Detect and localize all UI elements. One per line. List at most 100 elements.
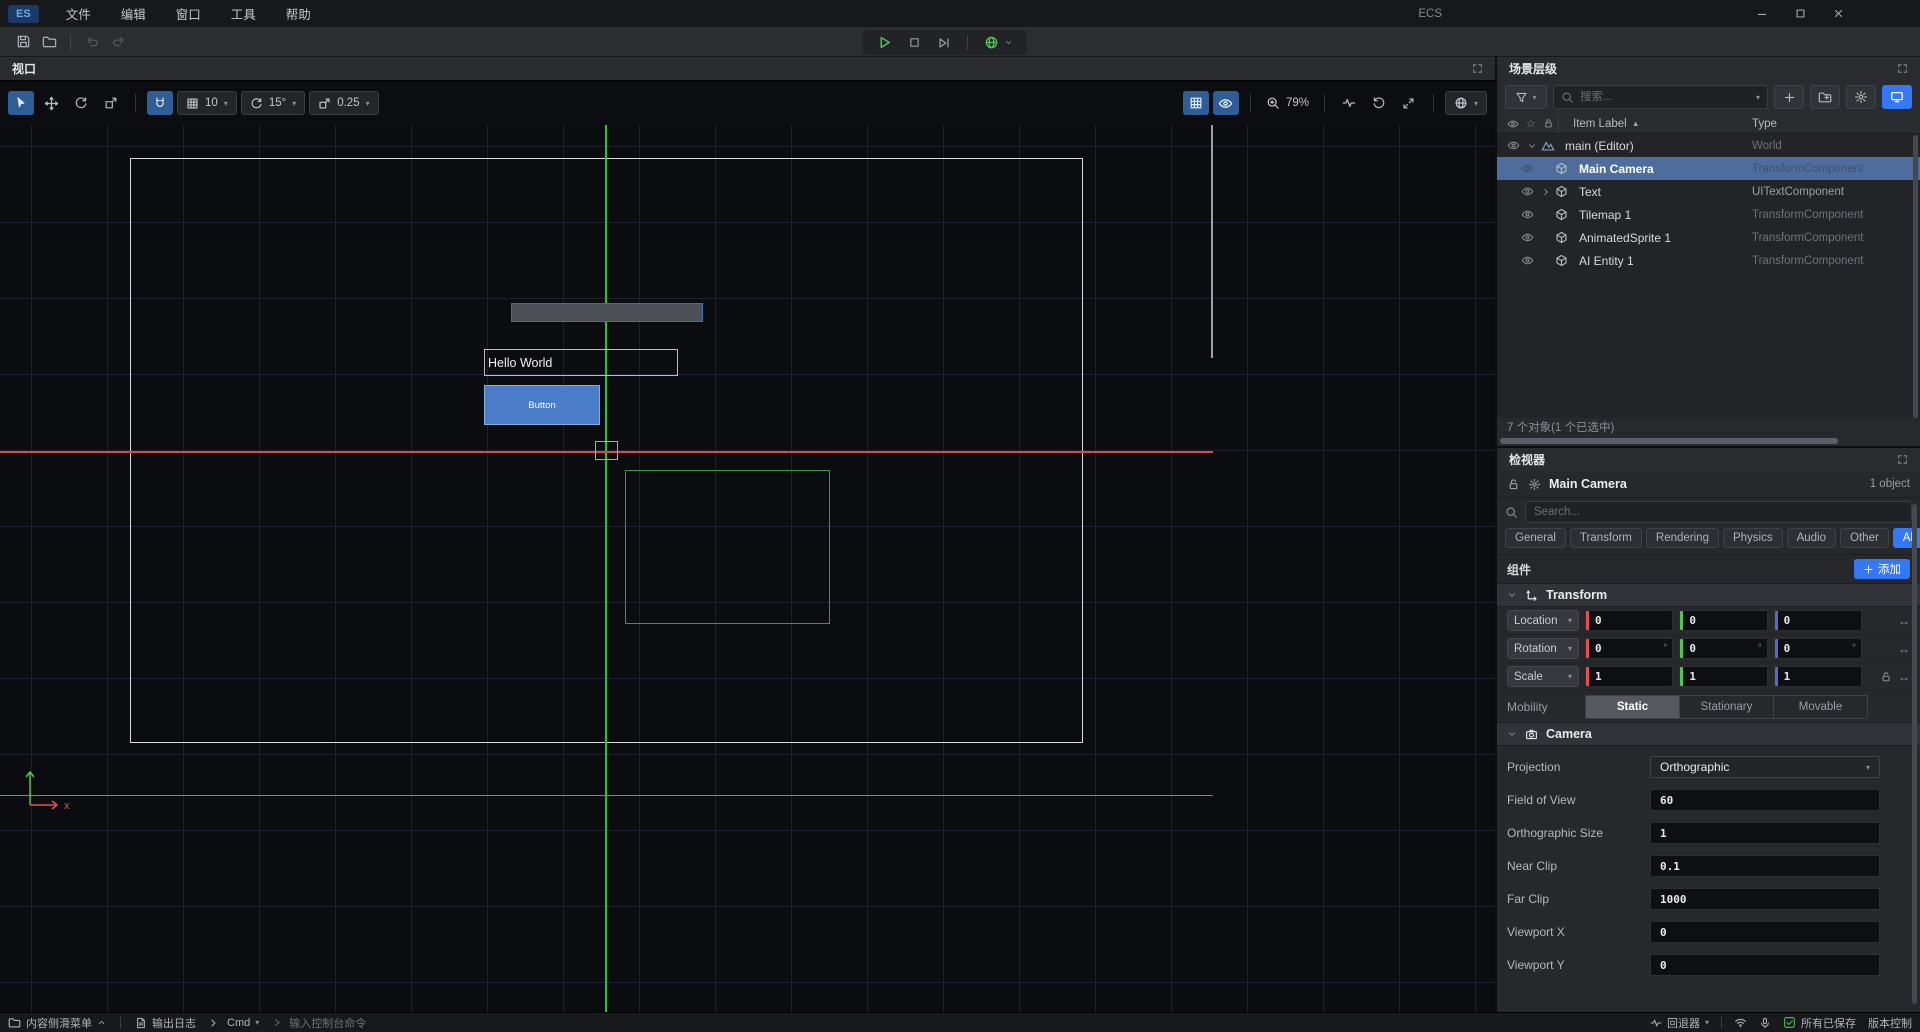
expand-panel-icon[interactable] [1472,63,1483,74]
star-icon[interactable]: ☆ [1526,117,1536,130]
tab-physics[interactable]: Physics [1723,528,1783,548]
stats-pulse-button[interactable] [1336,91,1362,115]
rotation-snap-dropdown[interactable]: 15° ▾ [241,91,305,115]
button-entity[interactable]: Button [484,385,600,425]
mobility-static[interactable]: Static [1586,696,1680,718]
add-entity-button[interactable] [1774,85,1804,109]
tab-audio[interactable]: Audio [1787,528,1836,548]
visibility-eye-button[interactable] [1213,91,1239,115]
hierarchy-vertical-scrollbar[interactable] [1913,135,1918,418]
snap-magnet-button[interactable] [147,91,173,115]
output-log-button[interactable]: 输出日志 [135,1015,196,1031]
viewport-y-input[interactable] [1650,954,1880,976]
reset-arrows-icon[interactable]: ↔ [1898,642,1910,656]
inspector-search-input[interactable] [1525,501,1912,523]
far-clip-input[interactable] [1650,888,1880,910]
scale-x-field[interactable] [1585,666,1673,687]
show-grid-button[interactable] [1183,91,1209,115]
select-tool-button[interactable] [8,91,34,115]
location-z-field[interactable] [1774,610,1862,631]
inspector-vertical-scrollbar[interactable] [1912,504,1917,1004]
maximize-button[interactable] [1784,0,1816,27]
scale-tool-button[interactable] [98,91,124,115]
column-item-label[interactable]: Item Label▲ [1559,118,1752,130]
tree-row-animatedsprite[interactable]: AnimatedSprite 1 TransformComponent [1497,226,1920,249]
save-icon[interactable] [10,30,36,54]
location-y-field[interactable] [1679,610,1767,631]
step-forward-icon[interactable] [937,36,951,50]
menu-help[interactable]: 帮助 [271,0,326,27]
tree-row-main-camera[interactable]: Main Camera TransformComponent [1497,157,1920,180]
console-command-input[interactable]: 输入控制台命令 [273,1015,366,1031]
reset-arrows-icon[interactable]: ↔ [1898,670,1910,684]
tab-other[interactable]: Other [1840,528,1889,548]
zoom-control[interactable]: 79% [1262,96,1313,110]
tree-row-world[interactable]: main (Editor) World [1497,134,1920,157]
hierarchy-search-input[interactable] [1580,91,1750,103]
content-drawer-button[interactable]: 内容侧滑菜单 [8,1015,106,1031]
rotation-y-field[interactable]: ° [1679,638,1767,659]
eye-icon[interactable] [1521,185,1537,198]
rotation-x-field[interactable]: ° [1585,638,1673,659]
menu-tools[interactable]: 工具 [216,0,271,27]
location-dropdown[interactable]: Location▾ [1507,610,1579,631]
rotate-tool-button[interactable] [68,91,94,115]
scale-y-field[interactable] [1679,666,1767,687]
expand-panel-icon[interactable] [1897,63,1908,74]
version-control-button[interactable]: 版本控制 [1868,1015,1912,1031]
transform-section-header[interactable]: Transform [1497,583,1920,607]
rotation-z-field[interactable]: ° [1774,638,1862,659]
mobility-movable[interactable]: Movable [1774,696,1867,718]
projection-select[interactable]: Orthographic▾ [1650,756,1880,778]
play-icon[interactable] [877,35,892,50]
settings-gear-button[interactable] [1846,85,1876,109]
lock-open-icon[interactable] [1507,478,1520,491]
minimize-button[interactable] [1746,0,1778,27]
tilemap-entity[interactable] [511,303,703,322]
new-folder-button[interactable] [1810,85,1840,109]
tab-rendering[interactable]: Rendering [1646,528,1719,548]
world-options-dropdown[interactable]: ▾ [1445,91,1487,115]
viewport-link-button[interactable] [1882,85,1912,109]
scale-dropdown[interactable]: Scale▾ [1507,666,1579,687]
reset-arrows-icon[interactable]: ↔ [1898,614,1910,628]
network-status-icon[interactable] [1734,1016,1747,1029]
menu-file[interactable]: 文件 [51,0,106,27]
eye-icon[interactable] [1507,139,1523,152]
rotation-dropdown[interactable]: Rotation▾ [1507,638,1579,659]
tab-transform[interactable]: Transform [1570,528,1642,548]
eye-icon[interactable] [1521,208,1537,221]
near-clip-input[interactable] [1650,855,1880,877]
move-tool-button[interactable] [38,91,64,115]
redo-icon[interactable] [105,30,131,54]
undo-icon[interactable] [79,30,105,54]
lock-open-icon[interactable] [1880,671,1892,683]
camera-section-header[interactable]: Camera [1497,722,1920,746]
expand-panel-icon[interactable] [1897,454,1908,465]
lock-icon[interactable] [1543,118,1554,129]
hierarchy-horizontal-scrollbar[interactable] [1497,436,1920,446]
filter-button[interactable]: ▾ [1505,85,1547,109]
chevron-right-icon[interactable] [1537,187,1555,197]
fullscreen-arrows-button[interactable] [1396,91,1422,115]
mobility-stationary[interactable]: Stationary [1680,696,1774,718]
sprite-bounds-rect[interactable] [625,470,830,624]
microphone-icon[interactable] [1759,1017,1771,1029]
menu-window[interactable]: 窗口 [161,0,216,27]
tree-row-tilemap[interactable]: Tilemap 1 TransformComponent [1497,203,1920,226]
tree-row-text[interactable]: Text UITextComponent [1497,180,1920,203]
open-folder-icon[interactable] [36,30,62,54]
hierarchy-search[interactable]: ▾ [1553,85,1768,109]
cmd-dropdown[interactable]: Cmd ▾ [210,1017,259,1029]
grid-snap-dropdown[interactable]: 10 ▾ [177,91,237,115]
reset-view-button[interactable] [1366,91,1392,115]
text-entity[interactable]: Hello World [484,349,678,376]
close-button[interactable] [1822,0,1854,27]
column-type[interactable]: Type [1752,118,1920,130]
menu-edit[interactable]: 编辑 [106,0,161,27]
eye-icon[interactable] [1521,231,1537,244]
rewinder-dropdown[interactable]: 回退器 ▾ [1650,1015,1709,1031]
eye-icon[interactable] [1521,162,1537,175]
tree-row-ai-entity[interactable]: AI Entity 1 TransformComponent [1497,249,1920,272]
add-component-button[interactable]: 添加 [1854,559,1910,579]
